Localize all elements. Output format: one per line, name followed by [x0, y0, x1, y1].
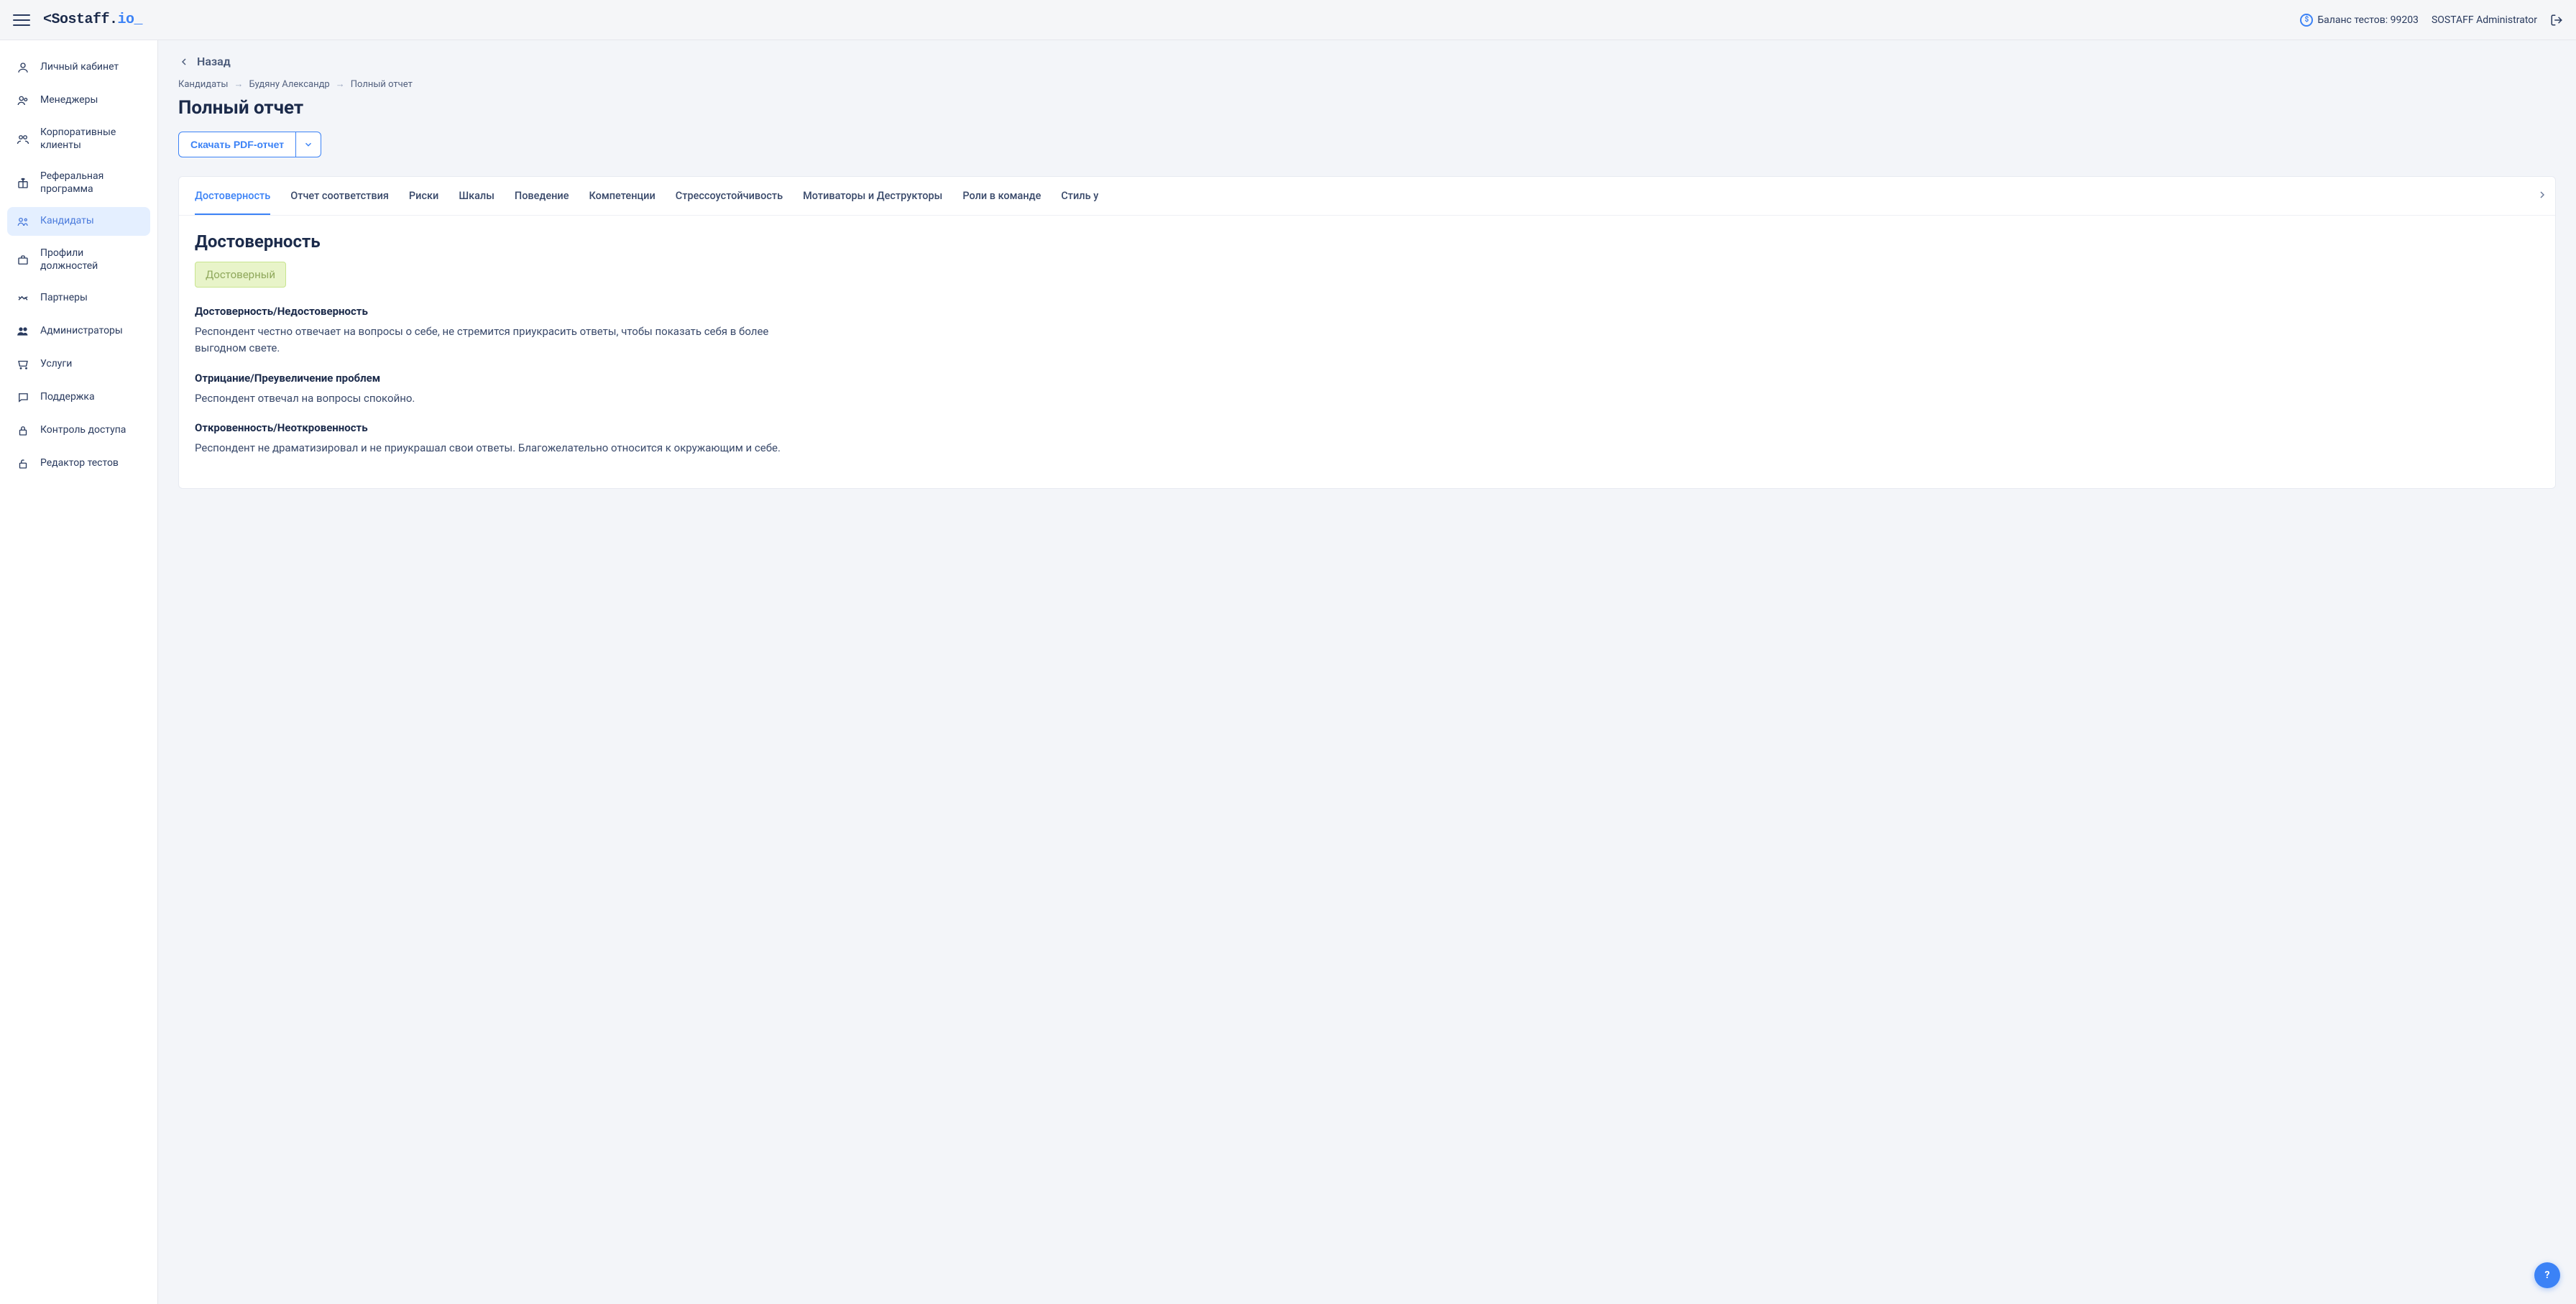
sidebar-item-label: Услуги — [40, 358, 72, 371]
sidebar-item-label: Профили должностей — [40, 247, 142, 272]
report-card: Достоверность Отчет соответствия Риски Ш… — [178, 176, 2556, 489]
download-pdf-dropdown[interactable] — [296, 132, 321, 157]
briefcase-icon — [16, 253, 30, 267]
sidebar-item-support[interactable]: Поддержка — [7, 383, 150, 412]
candidates-icon — [16, 214, 30, 229]
user-icon — [16, 60, 30, 75]
download-pdf-button[interactable]: Скачать PDF-отчет — [178, 132, 296, 157]
tab-reliability[interactable]: Достоверность — [195, 177, 270, 215]
sidebar-item-label: Администраторы — [40, 325, 123, 338]
tab-style[interactable]: Стиль у — [1061, 177, 1098, 215]
logo[interactable]: <Sostaff.io_ — [43, 12, 142, 28]
help-button[interactable]: ? — [2534, 1262, 2560, 1288]
block: Отрицание/Преувеличение проблем Респонде… — [195, 372, 2539, 407]
menu-toggle[interactable] — [13, 12, 30, 29]
users-icon — [16, 132, 30, 147]
handshake-icon — [16, 291, 30, 306]
block-text: Респондент не драматизировал и не приукр… — [195, 440, 784, 456]
section-title: Достоверность — [195, 231, 2539, 252]
lock-open-icon — [16, 456, 30, 471]
arrow-icon: → — [234, 78, 243, 90]
sidebar: Личный кабинет Менеджеры Корпоративные к… — [0, 40, 158, 1304]
tabs: Достоверность Отчет соответствия Риски Ш… — [179, 177, 2555, 216]
sidebar-item-editor[interactable]: Редактор тестов — [7, 449, 150, 478]
chat-icon — [16, 390, 30, 405]
sidebar-item-label: Партнеры — [40, 292, 88, 305]
header: <Sostaff.io_ $ Баланс тестов: 99203 SOST… — [0, 0, 2576, 40]
sidebar-item-label: Корпоративные клиенты — [40, 127, 142, 152]
breadcrumb-item[interactable]: Будяну Александр — [249, 79, 329, 90]
main-content: Назад Кандидаты → Будяну Александр → Пол… — [158, 40, 2576, 1304]
user-name[interactable]: SOSTAFF Administrator — [2432, 14, 2537, 26]
block-heading: Отрицание/Преувеличение проблем — [195, 372, 2539, 385]
breadcrumb: Кандидаты → Будяну Александр → Полный от… — [178, 78, 2556, 90]
chevron-down-icon — [303, 139, 313, 150]
tab-match[interactable]: Отчет соответствия — [290, 177, 389, 215]
arrow-icon: → — [336, 78, 345, 90]
status-badge: Достоверный — [195, 262, 286, 288]
block-text: Респондент честно отвечает на вопросы о … — [195, 323, 784, 357]
sidebar-item-label: Контроль доступа — [40, 424, 126, 437]
tabs-scroll-right[interactable] — [2536, 189, 2548, 203]
tab-competencies[interactable]: Компетенции — [589, 177, 656, 215]
admins-icon — [16, 324, 30, 339]
lock-icon — [16, 423, 30, 438]
sidebar-item-managers[interactable]: Менеджеры — [7, 86, 150, 115]
block: Достоверность/Недостоверность Респондент… — [195, 305, 2539, 357]
block-text: Респондент отвечал на вопросы спокойно. — [195, 390, 784, 407]
page-title: Полный отчет — [178, 97, 2556, 119]
sidebar-item-profiles[interactable]: Профили должностей — [7, 240, 150, 280]
cart-icon — [16, 357, 30, 372]
managers-icon — [16, 93, 30, 108]
breadcrumb-item[interactable]: Кандидаты — [178, 79, 228, 90]
balance-label: Баланс тестов: 99203 — [2317, 14, 2419, 26]
sidebar-item-access[interactable]: Контроль доступа — [7, 416, 150, 445]
sidebar-item-label: Поддержка — [40, 391, 95, 404]
tab-roles[interactable]: Роли в команде — [962, 177, 1041, 215]
dollar-icon: $ — [2300, 14, 2313, 27]
tab-stress[interactable]: Стрессоустойчивость — [676, 177, 783, 215]
balance-display: $ Баланс тестов: 99203 — [2300, 14, 2419, 27]
sidebar-item-label: Кандидаты — [40, 215, 94, 228]
tab-scales[interactable]: Шкалы — [459, 177, 494, 215]
chevron-left-icon — [178, 56, 190, 68]
sidebar-item-label: Реферальная программа — [40, 170, 142, 196]
sidebar-item-admins[interactable]: Администраторы — [7, 317, 150, 346]
chevron-right-icon — [2536, 189, 2548, 201]
sidebar-item-label: Личный кабинет — [40, 61, 119, 74]
sidebar-item-partners[interactable]: Партнеры — [7, 284, 150, 313]
sidebar-item-referral[interactable]: Реферальная программа — [7, 163, 150, 203]
back-button[interactable]: Назад — [178, 55, 2556, 68]
sidebar-item-corporate[interactable]: Корпоративные клиенты — [7, 119, 150, 159]
breadcrumb-item: Полный отчет — [351, 79, 413, 90]
tab-motivators[interactable]: Мотиваторы и Деструкторы — [803, 177, 942, 215]
sidebar-item-label: Менеджеры — [40, 94, 98, 107]
tab-behavior[interactable]: Поведение — [515, 177, 569, 215]
sidebar-item-services[interactable]: Услуги — [7, 350, 150, 379]
tab-risks[interactable]: Риски — [409, 177, 438, 215]
logout-icon[interactable] — [2550, 14, 2563, 27]
block: Откровенность/Неоткровенность Респондент… — [195, 421, 2539, 456]
sidebar-item-label: Редактор тестов — [40, 457, 119, 470]
block-heading: Достоверность/Недостоверность — [195, 305, 2539, 318]
sidebar-item-cabinet[interactable]: Личный кабинет — [7, 53, 150, 82]
block-heading: Откровенность/Неоткровенность — [195, 421, 2539, 434]
sidebar-item-candidates[interactable]: Кандидаты — [7, 207, 150, 236]
gift-icon — [16, 176, 30, 190]
